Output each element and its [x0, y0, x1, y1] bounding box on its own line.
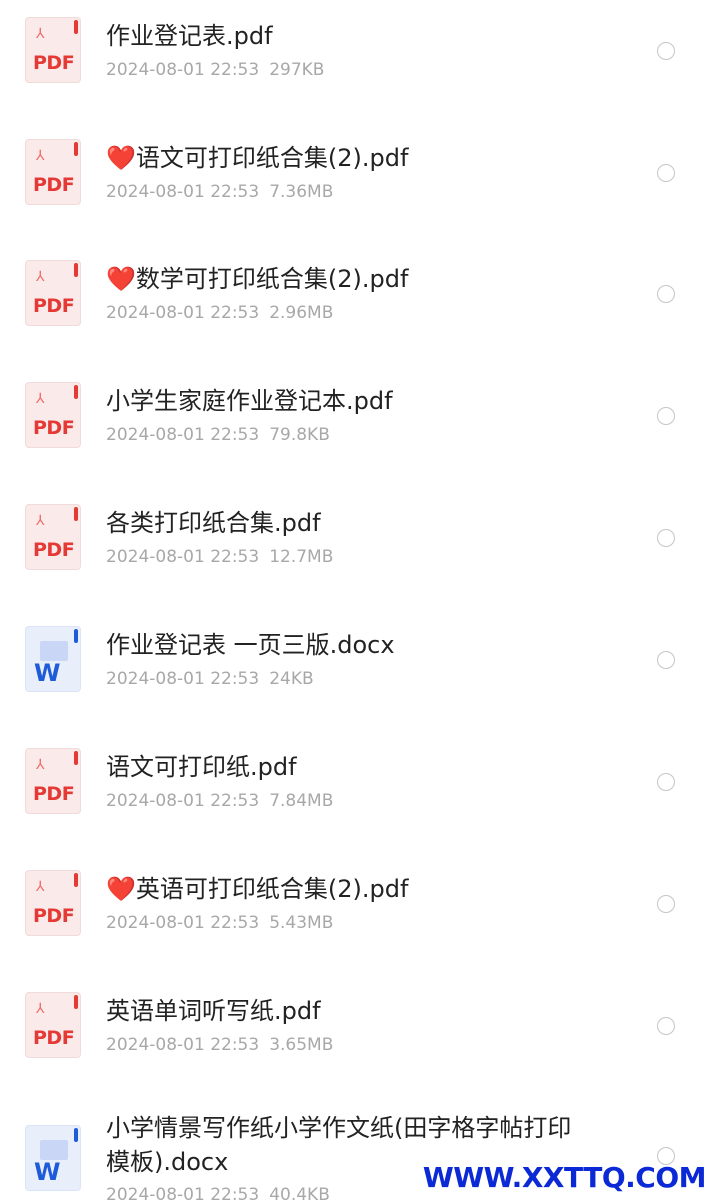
pdf-file-icon: ⅄ PDF [25, 382, 81, 448]
corner-mark [74, 873, 78, 887]
file-type-label: W [34, 659, 60, 687]
file-type-label: W [34, 1158, 60, 1186]
file-row[interactable]: ⅄ PDF ❤️语文可打印纸合集(2).pdf 2024-08-01 22:53… [0, 122, 712, 222]
corner-mark [74, 629, 78, 643]
select-radio[interactable] [657, 164, 675, 182]
file-date: 2024-08-01 22:53 [106, 547, 260, 567]
file-row[interactable]: ⅄ PDF 英语单词听写纸.pdf 2024-08-01 22:53 3.65MB [0, 975, 712, 1075]
file-type-label: PDF [33, 783, 75, 805]
pdf-file-icon: ⅄ PDF [25, 17, 81, 83]
corner-mark [74, 142, 78, 156]
file-type-label: PDF [33, 174, 75, 196]
select-radio[interactable] [657, 1017, 675, 1035]
site-watermark: WWW.XXTTQ.COM [422, 1161, 707, 1194]
file-name: 作业登记表.pdf [106, 22, 273, 50]
file-name: ❤️数学可打印纸合集(2).pdf [106, 265, 409, 293]
file-type-label: PDF [33, 539, 75, 561]
pdf-file-icon: ⅄ PDF [25, 504, 81, 570]
file-date: 2024-08-01 22:53 [106, 303, 260, 323]
file-date: 2024-08-01 22:53 [106, 669, 260, 689]
file-name: 各类打印纸合集.pdf [106, 509, 321, 537]
file-meta: 2024-08-01 22:53 297KB [106, 60, 324, 80]
file-row[interactable]: ⅄ PDF 语文可打印纸.pdf 2024-08-01 22:53 7.84MB [0, 731, 712, 831]
file-meta: 2024-08-01 22:53 40.4KB [106, 1185, 330, 1200]
file-size: 7.84MB [269, 791, 334, 811]
file-meta: 2024-08-01 22:53 24KB [106, 669, 314, 689]
word-file-icon: W [25, 1125, 81, 1191]
select-radio[interactable] [657, 529, 675, 547]
doc-sheet [40, 1140, 68, 1160]
file-row[interactable]: W 作业登记表 一页三版.docx 2024-08-01 22:53 24KB [0, 609, 712, 709]
select-radio[interactable] [657, 895, 675, 913]
word-file-icon: W [25, 626, 81, 692]
select-radio[interactable] [657, 407, 675, 425]
file-date: 2024-08-01 22:53 [106, 1185, 260, 1200]
pdf-file-icon: ⅄ PDF [25, 139, 81, 205]
file-name: ❤️语文可打印纸合集(2).pdf [106, 144, 409, 172]
file-date: 2024-08-01 22:53 [106, 791, 260, 811]
acrobat-glyph-icon: ⅄ [36, 879, 45, 895]
corner-mark [74, 1128, 78, 1142]
file-row[interactable]: ⅄ PDF ❤️数学可打印纸合集(2).pdf 2024-08-01 22:53… [0, 243, 712, 343]
file-type-label: PDF [33, 905, 75, 927]
file-meta: 2024-08-01 22:53 7.36MB [106, 182, 333, 202]
file-size: 2.96MB [269, 303, 334, 323]
file-type-label: PDF [33, 417, 75, 439]
file-row[interactable]: ⅄ PDF 各类打印纸合集.pdf 2024-08-01 22:53 12.7MB [0, 487, 712, 587]
file-row[interactable]: ⅄ PDF ❤️英语可打印纸合集(2).pdf 2024-08-01 22:53… [0, 853, 712, 953]
file-size: 40.4KB [269, 1185, 330, 1200]
file-size: 5.43MB [269, 913, 334, 933]
acrobat-glyph-icon: ⅄ [36, 148, 45, 164]
file-size: 297KB [269, 60, 325, 80]
file-meta: 2024-08-01 22:53 79.8KB [106, 425, 330, 445]
file-date: 2024-08-01 22:53 [106, 913, 260, 933]
file-row[interactable]: ⅄ PDF 小学生家庭作业登记本.pdf 2024-08-01 22:53 79.… [0, 365, 712, 465]
file-size: 3.65MB [269, 1035, 334, 1055]
corner-mark [74, 507, 78, 521]
file-date: 2024-08-01 22:53 [106, 60, 260, 80]
file-name: ❤️英语可打印纸合集(2).pdf [106, 875, 409, 903]
file-size: 79.8KB [269, 425, 330, 445]
pdf-file-icon: ⅄ PDF [25, 870, 81, 936]
file-meta: 2024-08-01 22:53 5.43MB [106, 913, 333, 933]
select-radio[interactable] [657, 773, 675, 791]
acrobat-glyph-icon: ⅄ [36, 1001, 45, 1017]
file-date: 2024-08-01 22:53 [106, 425, 260, 445]
file-date: 2024-08-01 22:53 [106, 1035, 260, 1055]
file-size: 7.36MB [269, 182, 334, 202]
file-size: 24KB [269, 669, 314, 689]
acrobat-glyph-icon: ⅄ [36, 757, 45, 773]
file-row[interactable]: ⅄ PDF 作业登记表.pdf 2024-08-01 22:53 297KB [0, 0, 712, 100]
file-meta: 2024-08-01 22:53 3.65MB [106, 1035, 333, 1055]
file-name: 语文可打印纸.pdf [106, 753, 297, 781]
corner-mark [74, 263, 78, 277]
corner-mark [74, 385, 78, 399]
file-meta: 2024-08-01 22:53 2.96MB [106, 303, 333, 323]
file-name: 小学生家庭作业登记本.pdf [106, 387, 393, 415]
acrobat-glyph-icon: ⅄ [36, 26, 45, 42]
file-name: 作业登记表 一页三版.docx [106, 631, 395, 659]
pdf-file-icon: ⅄ PDF [25, 260, 81, 326]
file-list: ⅄ PDF 作业登记表.pdf 2024-08-01 22:53 297KB ⅄ … [0, 0, 712, 1200]
select-radio[interactable] [657, 285, 675, 303]
file-meta: 2024-08-01 22:53 7.84MB [106, 791, 333, 811]
file-size: 12.7MB [269, 547, 334, 567]
corner-mark [74, 751, 78, 765]
file-type-label: PDF [33, 295, 75, 317]
doc-sheet [40, 641, 68, 661]
corner-mark [74, 995, 78, 1009]
pdf-file-icon: ⅄ PDF [25, 992, 81, 1058]
select-radio[interactable] [657, 42, 675, 60]
file-type-label: PDF [33, 1027, 75, 1049]
acrobat-glyph-icon: ⅄ [36, 513, 45, 529]
file-name: 英语单词听写纸.pdf [106, 997, 321, 1025]
file-type-label: PDF [33, 52, 75, 74]
acrobat-glyph-icon: ⅄ [36, 269, 45, 285]
select-radio[interactable] [657, 651, 675, 669]
acrobat-glyph-icon: ⅄ [36, 391, 45, 407]
corner-mark [74, 20, 78, 34]
pdf-file-icon: ⅄ PDF [25, 748, 81, 814]
file-date: 2024-08-01 22:53 [106, 182, 260, 202]
file-meta: 2024-08-01 22:53 12.7MB [106, 547, 333, 567]
